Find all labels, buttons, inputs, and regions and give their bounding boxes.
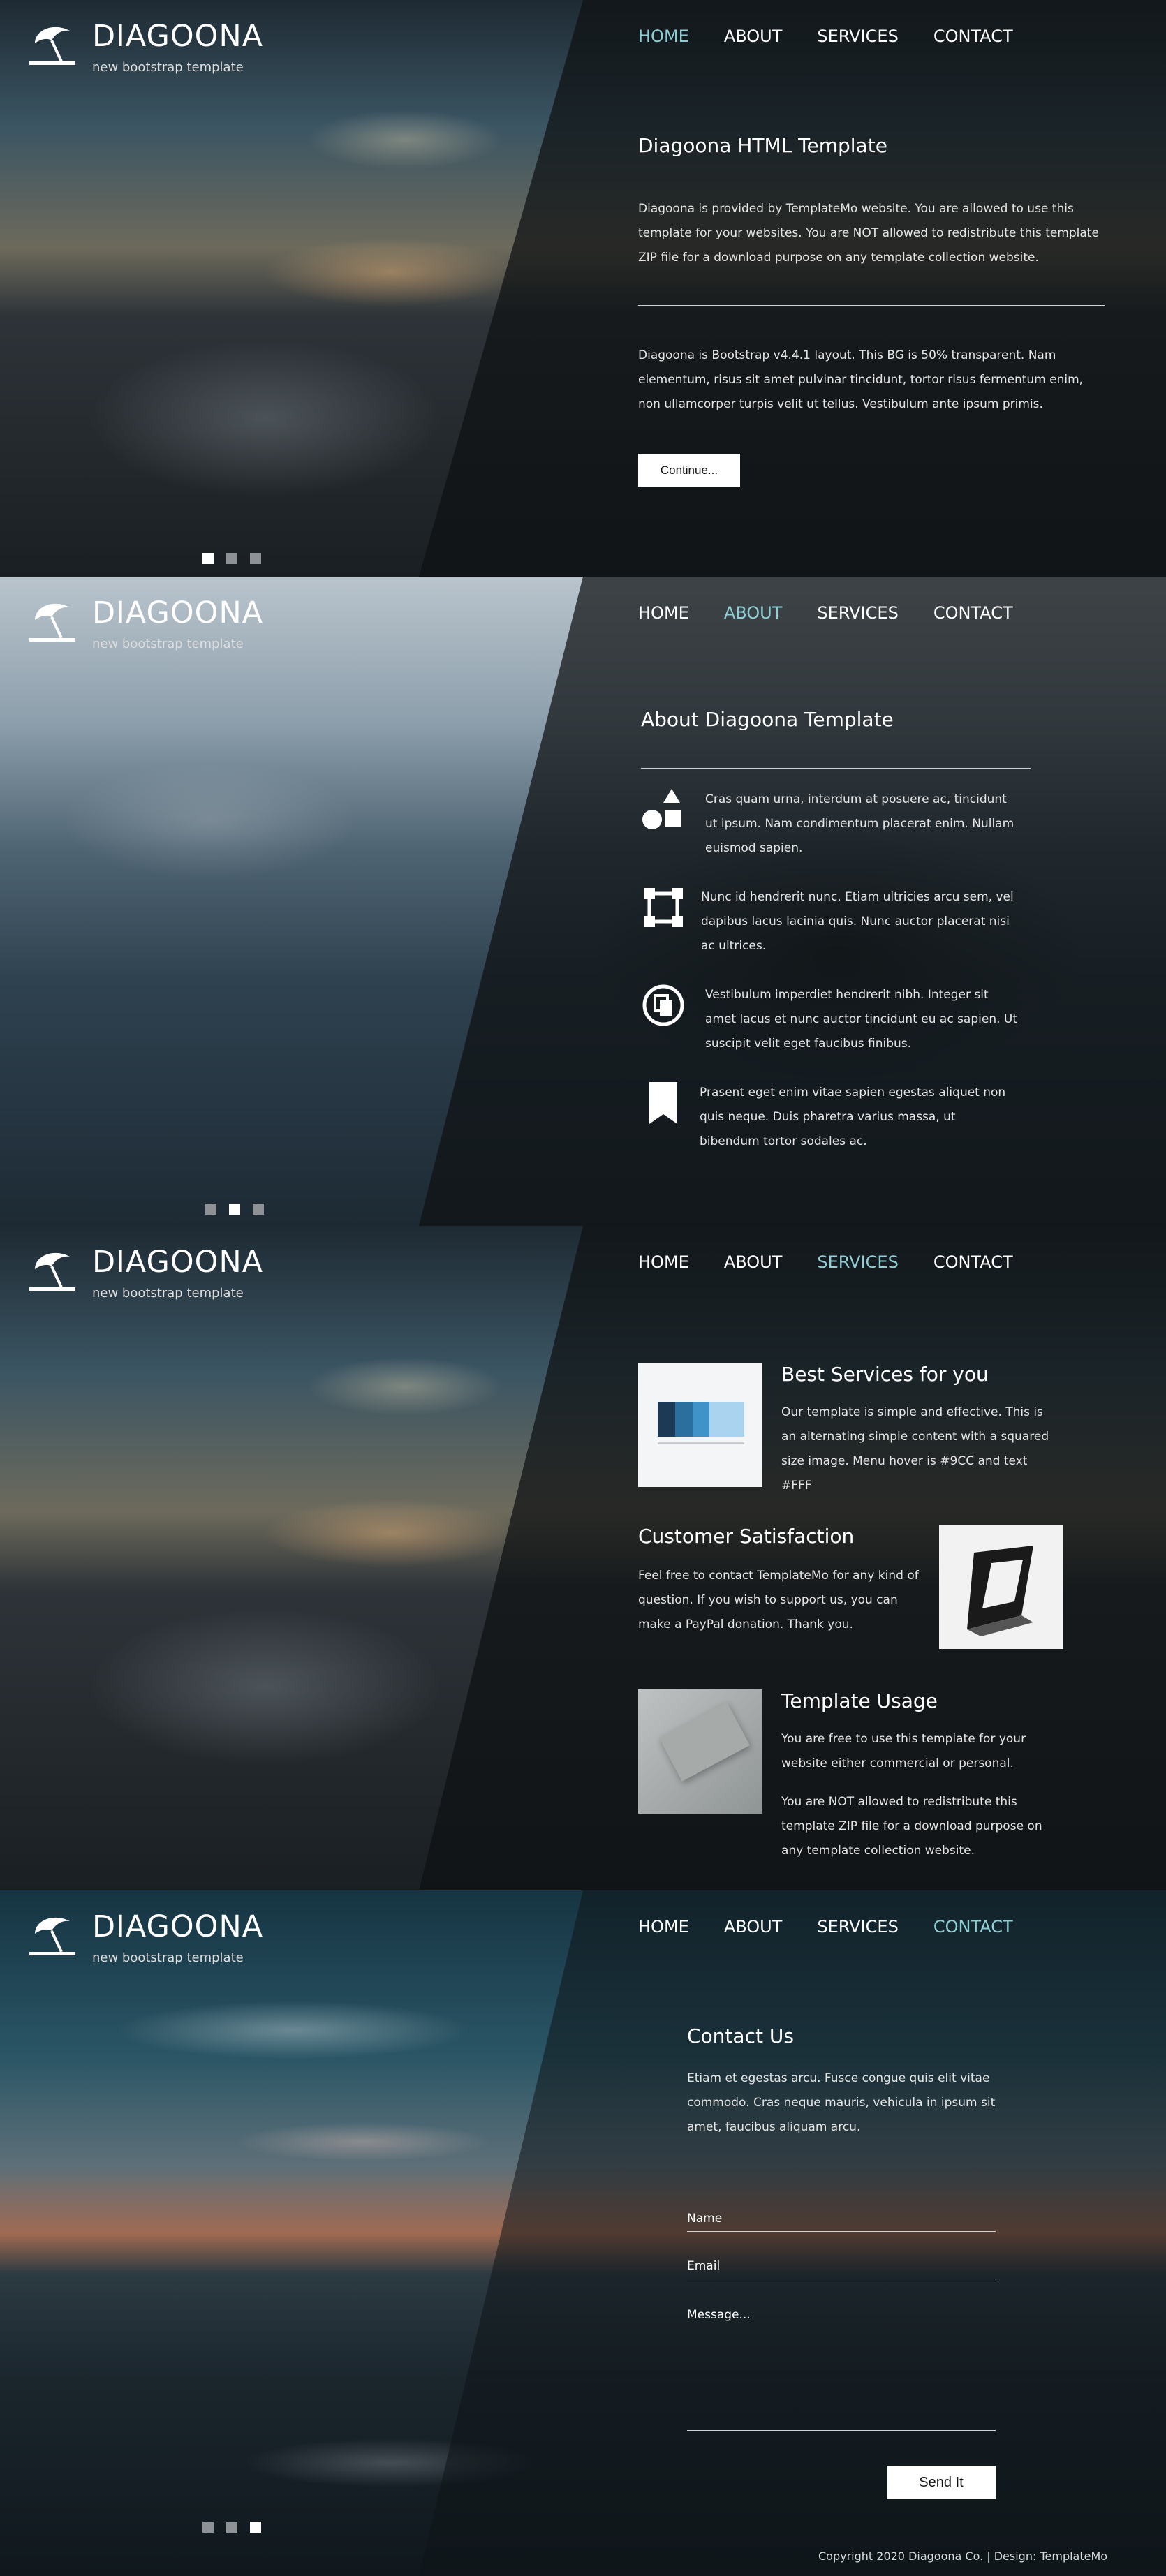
main-nav: HOME ABOUT SERVICES CONTACT xyxy=(638,1251,1048,1273)
feature-1-text: Cras quam urna, interdum at posuere ac, … xyxy=(705,792,1014,855)
brand-subtitle: new bootstrap template xyxy=(92,637,244,651)
nav-contact[interactable]: CONTACT xyxy=(933,1251,1013,1273)
home-paragraph-2: Diagoona is Bootstrap v4.4.1 layout. Thi… xyxy=(638,348,1084,411)
home-divider xyxy=(638,305,1105,306)
service-2-title: Customer Satisfaction xyxy=(638,1525,855,1548)
service-3-title: Template Usage xyxy=(781,1689,938,1712)
service-1-title: Best Services for you xyxy=(781,1363,989,1386)
dot-3[interactable] xyxy=(250,2522,261,2533)
dot-2[interactable] xyxy=(226,553,237,564)
about-title: About Diagoona Template xyxy=(641,708,894,731)
feature-3-text: Vestibulum imperdiet hendrerit nibh. Int… xyxy=(705,988,1018,1051)
nav-contact[interactable]: CONTACT xyxy=(933,1916,1013,1938)
brand[interactable]: DIAGOONA new bootstrap template xyxy=(27,1245,263,1301)
brand-title: DIAGOONA xyxy=(92,1909,264,1944)
bookmark-icon xyxy=(649,1082,677,1124)
vector-square-icon xyxy=(644,888,683,927)
brand[interactable]: DIAGOONA new bootstrap template xyxy=(27,20,263,75)
dot-2[interactable] xyxy=(229,1204,240,1215)
dot-1[interactable] xyxy=(205,1204,216,1215)
contact-section: DIAGOONA new bootstrap template HOME ABO… xyxy=(0,1890,1166,2576)
feature-2-text: Nunc id hendrerit nunc. Etiam ultricies … xyxy=(701,890,1014,953)
contact-text: Etiam et egestas arcu. Fusce congue quis… xyxy=(687,2071,996,2134)
umbrella-logo-icon xyxy=(27,1910,80,1957)
contact-title: Contact Us xyxy=(687,2024,794,2048)
brand-subtitle: new bootstrap template xyxy=(92,1286,244,1301)
nav-home[interactable]: HOME xyxy=(638,1251,689,1273)
brand-subtitle: new bootstrap template xyxy=(92,60,244,75)
home-section: DIAGOONA new bootstrap template HOME ABO… xyxy=(0,0,1166,577)
services-section: DIAGOONA new bootstrap template HOME ABO… xyxy=(0,1226,1166,1890)
feature-4-text: Prasent eget enim vitae sapien egestas a… xyxy=(700,1086,1006,1148)
about-divider xyxy=(641,768,1031,769)
brand-subtitle: new bootstrap template xyxy=(92,1950,244,1965)
slide-dots xyxy=(202,553,274,564)
dot-2[interactable] xyxy=(226,2522,237,2533)
shapes-icon xyxy=(642,789,681,829)
slide-dots xyxy=(202,2522,274,2533)
feature-4: Prasent eget enim vitae sapien egestas a… xyxy=(641,1081,1014,1154)
dot-3[interactable] xyxy=(253,1204,264,1215)
nav-contact[interactable]: CONTACT xyxy=(933,25,1013,47)
service-2-text: Feel free to contact TemplateMo for any … xyxy=(638,1569,919,1631)
nav-about[interactable]: ABOUT xyxy=(724,1916,783,1938)
nav-about[interactable]: ABOUT xyxy=(724,1251,783,1273)
dot-1[interactable] xyxy=(202,2522,214,2533)
copy-circle-icon xyxy=(642,984,684,1026)
home-paragraph-1: Diagoona is provided by TemplateMo websi… xyxy=(638,202,1099,265)
nav-about[interactable]: ABOUT xyxy=(724,25,783,47)
main-nav: HOME ABOUT SERVICES CONTACT xyxy=(638,1916,1048,1938)
brand[interactable]: DIAGOONA new bootstrap template xyxy=(27,596,263,651)
send-button[interactable]: Send It xyxy=(887,2466,996,2499)
main-nav: HOME ABOUT SERVICES CONTACT xyxy=(638,602,1048,624)
brand[interactable]: DIAGOONA new bootstrap template xyxy=(27,1910,263,1965)
dot-1[interactable] xyxy=(202,553,214,564)
email-input[interactable]: Email xyxy=(687,2259,996,2279)
nav-services[interactable]: SERVICES xyxy=(817,602,898,624)
footer-copyright: Copyright 2020 Diagoona Co. | Design: Te… xyxy=(818,2549,1108,2563)
main-nav: HOME ABOUT SERVICES CONTACT xyxy=(638,25,1048,47)
nav-home[interactable]: HOME xyxy=(638,25,689,47)
name-input[interactable]: Name xyxy=(687,2212,996,2232)
nav-services[interactable]: SERVICES xyxy=(817,1251,898,1273)
about-section: DIAGOONA new bootstrap template HOME ABO… xyxy=(0,577,1166,1226)
nav-services[interactable]: SERVICES xyxy=(817,25,898,47)
business-card-image xyxy=(638,1689,762,1814)
feature-2: Nunc id hendrerit nunc. Etiam ultricies … xyxy=(641,885,1015,958)
brand-title: DIAGOONA xyxy=(92,1245,264,1280)
feature-3: Vestibulum imperdiet hendrerit nibh. Int… xyxy=(641,983,1019,1056)
nav-home[interactable]: HOME xyxy=(638,1916,689,1938)
color-palette-image xyxy=(638,1363,762,1487)
continue-button[interactable]: Continue... xyxy=(638,454,740,487)
nav-services[interactable]: SERVICES xyxy=(817,1916,898,1938)
slide-dots xyxy=(205,1204,276,1215)
dot-3[interactable] xyxy=(250,553,261,564)
brand-title: DIAGOONA xyxy=(92,595,264,630)
feature-1: Cras quam urna, interdum at posuere ac, … xyxy=(641,787,1019,861)
home-title: Diagoona HTML Template xyxy=(638,134,887,157)
umbrella-logo-icon xyxy=(27,20,80,67)
nav-home[interactable]: HOME xyxy=(638,602,689,624)
nav-contact[interactable]: CONTACT xyxy=(933,602,1013,624)
nav-about[interactable]: ABOUT xyxy=(724,602,783,624)
umbrella-logo-icon xyxy=(27,1245,80,1293)
message-textarea[interactable]: Message... xyxy=(687,2308,996,2431)
umbrella-logo-icon xyxy=(27,596,80,644)
service-3-text-2: You are NOT allowed to redistribute this… xyxy=(781,1795,1042,1858)
service-1-text: Our template is simple and effective. Th… xyxy=(781,1405,1049,1493)
brand-title: DIAGOONA xyxy=(92,19,264,54)
service-3-text-1: You are free to use this template for yo… xyxy=(781,1732,1026,1770)
logo-cube-image xyxy=(939,1525,1063,1649)
